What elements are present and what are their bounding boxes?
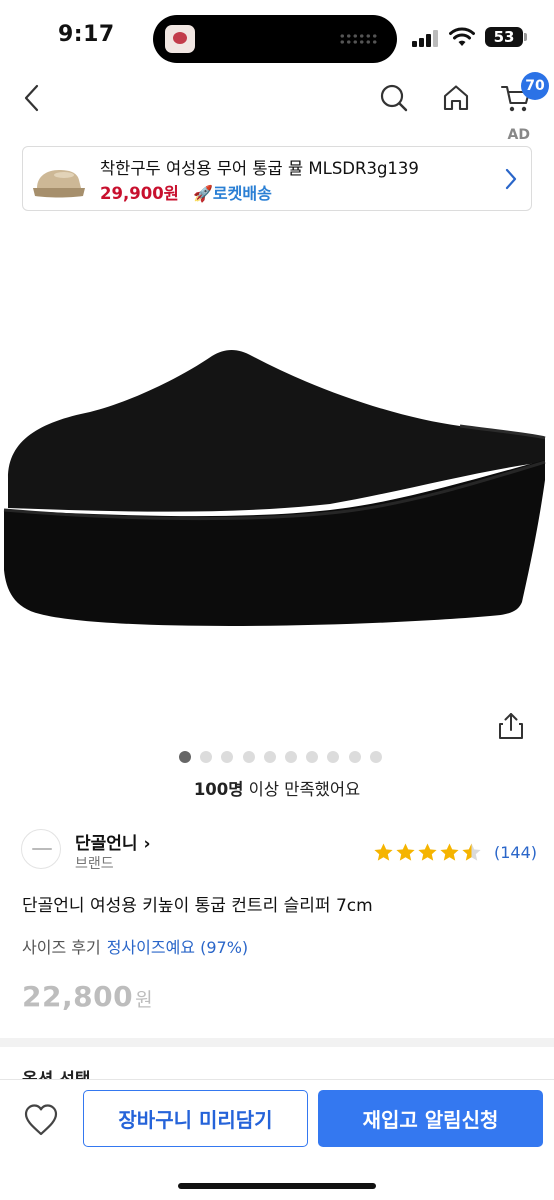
ad-price: 29,900원	[100, 184, 179, 203]
gallery-pagination[interactable]	[179, 751, 382, 763]
star-icon	[374, 843, 393, 861]
star-icon	[462, 843, 481, 861]
brand-name-link[interactable]: 단골언니 ›	[75, 829, 150, 854]
product-title: 단골언니 여성용 키높이 통굽 컨트리 슬리퍼 7cm	[22, 896, 373, 916]
section-divider	[0, 1038, 554, 1047]
island-avatar	[165, 25, 195, 53]
gallery-dot[interactable]	[284, 751, 297, 763]
ad-title: 착한구두 여성용 무어 통굽 뮬 MLSDR3g139	[100, 159, 419, 178]
wishlist-heart-button[interactable]	[22, 1101, 60, 1139]
product-price: 22,800 원	[22, 980, 153, 1013]
battery-icon: 53	[485, 27, 527, 47]
size-review-value[interactable]: 정사이즈예요 (97%)	[107, 938, 248, 957]
gallery-dot[interactable]	[327, 751, 340, 763]
ad-product-thumbnail	[33, 170, 85, 198]
product-image[interactable]	[0, 230, 554, 710]
dynamic-island	[153, 15, 397, 63]
option-select-heading: 옵션 선택	[22, 1065, 90, 1079]
home-icon	[443, 85, 469, 111]
home-button[interactable]	[434, 76, 478, 120]
bottom-action-bar: 장바구니 미리담기 재입고 알림신청	[0, 1079, 554, 1200]
add-to-cart-button[interactable]: 장바구니 미리담기	[83, 1090, 308, 1147]
gallery-dot[interactable]	[263, 751, 276, 763]
rocket-delivery-badge: 🚀로켓배송	[193, 184, 272, 203]
gallery-dot[interactable]	[242, 751, 255, 763]
cart-count-badge: 70	[521, 72, 549, 100]
star-icon	[418, 843, 437, 861]
home-indicator	[178, 1183, 376, 1189]
star-icon	[396, 843, 415, 861]
price-unit: 원	[135, 989, 154, 1011]
status-bar: 9:17 53	[0, 0, 554, 76]
brand-logo[interactable]	[21, 829, 61, 869]
satisfaction-count: 100명	[193, 780, 244, 799]
size-review-label: 사이즈 후기	[22, 938, 101, 957]
restock-alert-button[interactable]: 재입고 알림신청	[318, 1090, 543, 1147]
ad-banner[interactable]: 착한구두 여성용 무어 통굽 뮬 MLSDR3g139 29,900원 🚀로켓배…	[22, 146, 532, 211]
gallery-dot[interactable]	[179, 751, 191, 763]
search-button[interactable]	[372, 76, 416, 120]
brand-subtitle: 브랜드	[75, 856, 114, 872]
gallery-dot[interactable]	[369, 751, 382, 763]
share-button[interactable]	[497, 711, 525, 741]
rating-stars[interactable]	[373, 842, 482, 863]
status-time: 9:17	[58, 22, 115, 47]
gallery-dot[interactable]	[348, 751, 361, 763]
star-icon	[440, 843, 459, 861]
back-button[interactable]	[10, 76, 54, 120]
wifi-icon	[449, 27, 475, 46]
search-icon	[380, 84, 408, 112]
chevron-left-icon	[24, 84, 39, 112]
signal-icon	[412, 29, 438, 47]
top-nav	[0, 76, 554, 120]
satisfaction-text: 100명 이상 만족했어요	[0, 776, 554, 800]
island-waveform-icon	[339, 33, 377, 45]
gallery-dot[interactable]	[306, 751, 319, 763]
gallery-dot[interactable]	[200, 751, 213, 763]
chevron-right-icon	[505, 168, 517, 190]
size-review: 사이즈 후기 정사이즈예요 (97%)	[22, 934, 248, 958]
price-value: 22,800	[22, 980, 134, 1013]
satisfaction-label: 이상 만족했어요	[243, 780, 361, 799]
gallery-dot[interactable]	[221, 751, 234, 763]
review-count-link[interactable]: (144)	[494, 843, 537, 862]
ad-label: AD	[507, 127, 530, 143]
